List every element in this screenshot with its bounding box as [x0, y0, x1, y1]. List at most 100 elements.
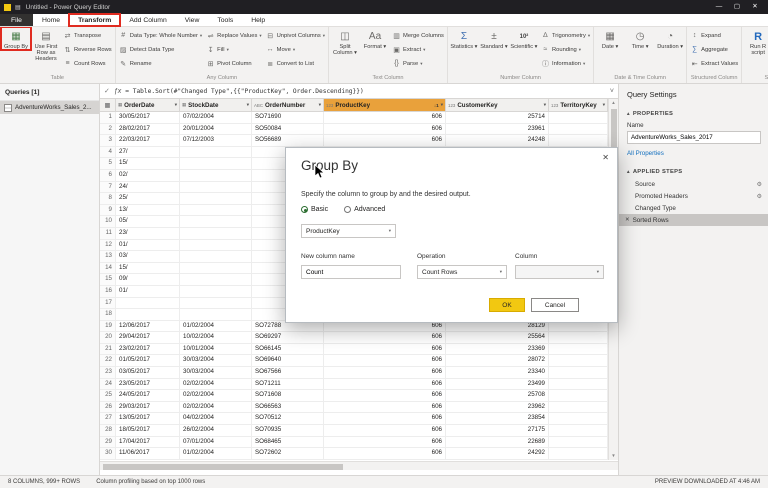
table-row[interactable]: 23 03/05/2017 30/03/2004 SO67566 606 23340	[100, 367, 618, 379]
cell[interactable]: 04/02/2004	[180, 413, 252, 426]
cell[interactable]	[180, 181, 252, 194]
filter-icon[interactable]: ▾	[603, 102, 605, 108]
table-row[interactable]: 24 23/05/2017 02/02/2004 SO71211 606 23499	[100, 378, 618, 391]
cell[interactable]	[549, 367, 608, 379]
cell[interactable]: 17/04/2017	[116, 436, 180, 449]
ribbon-button-unpivot-columns[interactable]: ⊟ Unpivot Columns ▾	[266, 29, 325, 42]
cell[interactable]: 25708	[446, 390, 549, 402]
cell[interactable]	[180, 239, 252, 252]
table-row[interactable]: 22 01/05/2017 30/03/2004 SO69640 606 28072	[100, 355, 618, 368]
cell[interactable]	[180, 309, 252, 321]
cell[interactable]: SO69640	[252, 355, 324, 368]
group-by-column-select[interactable]: ProductKey ▾	[301, 224, 396, 238]
cell[interactable]: SO71211	[252, 378, 324, 391]
row-number[interactable]: 15	[100, 274, 116, 286]
row-number[interactable]: 24	[100, 378, 116, 391]
cell[interactable]	[549, 123, 608, 136]
row-number[interactable]: 2	[100, 123, 116, 136]
row-number[interactable]: 3	[100, 135, 116, 147]
ribbon-button-count-rows[interactable]: ≡ Count Rows	[63, 57, 112, 70]
cell[interactable]: 606	[324, 401, 446, 414]
cell[interactable]	[180, 204, 252, 217]
table-row[interactable]: 25 24/05/2017 02/02/2004 SO71608 606 25708	[100, 390, 618, 402]
cell[interactable]	[116, 309, 180, 321]
row-number[interactable]: 22	[100, 355, 116, 368]
cell[interactable]	[549, 112, 608, 124]
basic-radio[interactable]: Basic	[301, 206, 328, 213]
ribbon-button-rounding[interactable]: ≈ Rounding ▾	[541, 43, 590, 56]
cell[interactable]: 606	[324, 378, 446, 391]
cell[interactable]: 24/	[116, 181, 180, 194]
applied-step-source[interactable]: Source ⚙	[619, 178, 768, 190]
cell[interactable]: 01/	[116, 239, 180, 252]
cell[interactable]: 12/06/2017	[116, 320, 180, 333]
cell[interactable]: 07/02/2004	[180, 112, 252, 124]
cell[interactable]: 28/02/2017	[116, 123, 180, 136]
maximize-button[interactable]: ▢	[728, 0, 746, 14]
cell[interactable]: 01/05/2017	[116, 355, 180, 368]
cell[interactable]: 606	[324, 390, 446, 402]
cell[interactable]: 22689	[446, 436, 549, 449]
ribbon-button-format[interactable]: Aa Format ▾	[360, 27, 390, 50]
ok-button[interactable]: OK	[489, 298, 525, 312]
cell[interactable]: 05/	[116, 216, 180, 228]
cell[interactable]: 30/03/2004	[180, 367, 252, 379]
cell[interactable]	[180, 146, 252, 159]
cell[interactable]: 02/02/2004	[180, 390, 252, 402]
table-row[interactable]: 20 29/04/2017 10/02/2004 SO69297 606 25564	[100, 332, 618, 344]
cell[interactable]	[180, 285, 252, 298]
row-number[interactable]: 6	[100, 169, 116, 182]
row-number[interactable]: 16	[100, 285, 116, 298]
cell[interactable]: 23/02/2017	[116, 343, 180, 356]
vertical-scroll-thumb[interactable]	[610, 109, 617, 147]
minimize-button[interactable]: —	[710, 0, 728, 14]
cell[interactable]: SO66145	[252, 343, 324, 356]
ribbon-button-time[interactable]: ◷ Time ▾	[625, 27, 655, 50]
cell[interactable]: 606	[324, 112, 446, 124]
row-number[interactable]: 13	[100, 251, 116, 263]
ribbon-button-use-first-row-as-headers[interactable]: ▤ Use First Row as Headers	[31, 27, 61, 63]
gear-icon[interactable]: ⚙	[757, 181, 762, 188]
cell[interactable]: 01/02/2004	[180, 320, 252, 333]
ribbon-button-expand[interactable]: ↕ Expand	[690, 29, 738, 42]
cell[interactable]: 606	[324, 343, 446, 356]
table-row[interactable]: 28 18/05/2017 26/02/2004 SO70935 606 27175	[100, 425, 618, 437]
row-number[interactable]: 11	[100, 227, 116, 240]
cell[interactable]	[180, 158, 252, 170]
row-number[interactable]: 27	[100, 413, 116, 426]
cell[interactable]: 29/04/2017	[116, 332, 180, 344]
column-header-customerkey[interactable]: 123 CustomerKey ▾	[446, 99, 549, 112]
cell[interactable]	[180, 297, 252, 310]
cell[interactable]: 606	[324, 135, 446, 147]
cell[interactable]: 25/	[116, 193, 180, 205]
cell[interactable]: 24292	[446, 448, 549, 460]
formula-input[interactable]: = Table.Sort(#"Changed Type",{{"ProductK…	[125, 88, 606, 95]
ribbon-button-extract-values[interactable]: ⇤ Extract Values	[690, 57, 738, 70]
cell[interactable]: SO66563	[252, 401, 324, 414]
cell[interactable]: 23340	[446, 367, 549, 379]
cell[interactable]: 26/02/2004	[180, 425, 252, 437]
table-row[interactable]: 1 30/05/2017 07/02/2004 SO71690 606 25714	[100, 112, 618, 124]
properties-section-header[interactable]: ▴ PROPERTIES	[619, 107, 768, 120]
cell[interactable]: 15/	[116, 262, 180, 275]
cell[interactable]: 27175	[446, 425, 549, 437]
filter-icon[interactable]: ▾	[247, 102, 249, 108]
query-list-item[interactable]: AdventureWorks_Sales_2...	[0, 101, 99, 114]
cell[interactable]: 23369	[446, 343, 549, 356]
ribbon-button-duration[interactable]: ◔ Duration ▾	[655, 27, 685, 50]
cell[interactable]	[180, 193, 252, 205]
cell[interactable]: 18/05/2017	[116, 425, 180, 437]
cell[interactable]: 24/05/2017	[116, 390, 180, 402]
row-number[interactable]: 12	[100, 239, 116, 252]
cell[interactable]: 25564	[446, 332, 549, 344]
cell[interactable]: 23/05/2017	[116, 378, 180, 391]
commit-check-icon[interactable]: ✓	[104, 87, 110, 95]
cell[interactable]: 606	[324, 367, 446, 379]
cell[interactable]	[549, 135, 608, 147]
select-all-corner[interactable]: ▦	[100, 99, 116, 112]
cell[interactable]: 606	[324, 332, 446, 344]
cell[interactable]: 23961	[446, 123, 549, 136]
ribbon-button-reverse-rows[interactable]: ⇅ Reverse Rows	[63, 43, 112, 56]
cell[interactable]: 15/	[116, 158, 180, 170]
row-number[interactable]: 26	[100, 401, 116, 414]
